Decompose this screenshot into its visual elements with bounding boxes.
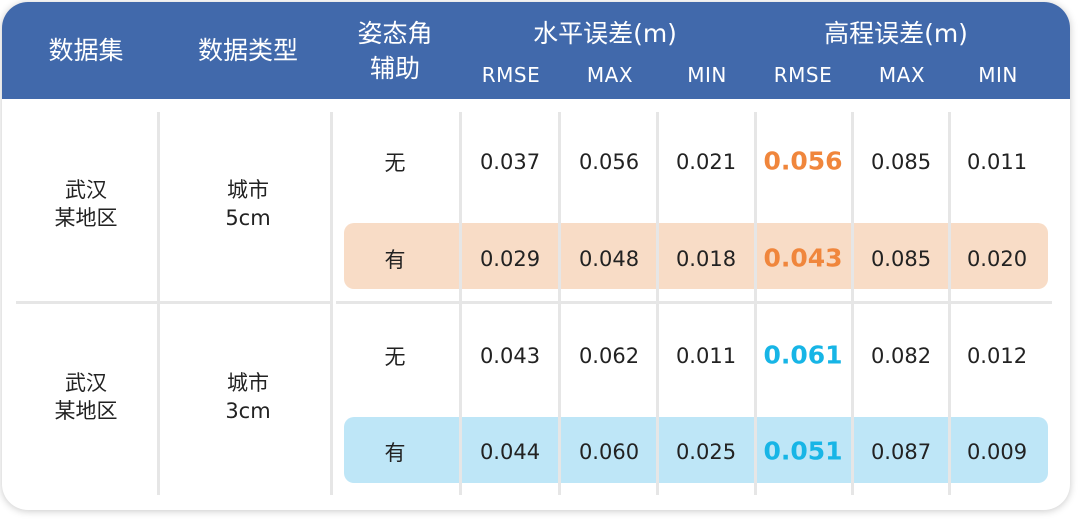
- v-max-cell: 0.085: [870, 150, 932, 174]
- col-divider-6: [754, 112, 757, 495]
- col-divider-4: [558, 112, 561, 495]
- v-rmse-highlight-cell: 0.056: [763, 146, 843, 176]
- group2-data-type: 城市 3cm: [225, 369, 270, 425]
- header-h-min: MIN: [687, 63, 727, 87]
- attitude-cell: 有: [384, 248, 406, 272]
- col-divider-5: [656, 112, 659, 495]
- h-rmse-cell: 0.043: [479, 344, 541, 368]
- h-min-cell: 0.021: [675, 150, 737, 174]
- attitude-cell: 无: [384, 151, 406, 175]
- group1-dataset-line1: 武汉: [65, 178, 107, 202]
- header-v-min: MIN: [978, 63, 1018, 87]
- v-rmse-highlight-cell: 0.061: [763, 340, 843, 370]
- col-divider-8: [948, 112, 951, 495]
- comparison-table-card: 数据集 数据类型 姿态角 辅助 水平误差(m) 高程误差(m) RMSE MAX…: [2, 2, 1070, 510]
- header-h-rmse: RMSE: [481, 63, 541, 87]
- v-min-cell: 0.011: [966, 150, 1028, 174]
- group-divider-left: [16, 301, 330, 304]
- v-min-cell: 0.012: [966, 344, 1028, 368]
- v-max-cell: 0.087: [870, 440, 932, 464]
- header-horizontal-error: 水平误差(m): [533, 19, 677, 48]
- col-divider-1: [157, 112, 160, 495]
- v-max-cell: 0.085: [870, 247, 932, 271]
- header-v-max: MAX: [878, 63, 926, 87]
- h-max-cell: 0.062: [578, 344, 640, 368]
- group2-dataset: 武汉 某地区: [55, 369, 118, 425]
- v-max-cell: 0.082: [870, 344, 932, 368]
- group1-dataset-line2: 某地区: [54, 206, 118, 230]
- col-divider-2: [330, 112, 333, 495]
- table-header: 数据集 数据类型 姿态角 辅助 水平误差(m) 高程误差(m) RMSE MAX…: [2, 2, 1070, 99]
- group-divider-right: [336, 301, 1052, 304]
- h-min-cell: 0.011: [675, 344, 737, 368]
- header-attitude-line1: 姿态角: [357, 19, 433, 48]
- v-rmse-highlight-cell: 0.051: [763, 436, 843, 466]
- group1-data-type: 城市 5cm: [225, 176, 270, 232]
- h-min-cell: 0.025: [675, 440, 737, 464]
- group2-type-line2: 3cm: [225, 399, 271, 423]
- h-rmse-cell: 0.044: [479, 440, 541, 464]
- group2-dataset-line1: 武汉: [65, 371, 107, 395]
- header-attitude-line2: 辅助: [369, 54, 421, 83]
- group2-type-line1: 城市: [227, 371, 269, 395]
- header-h-max: MAX: [586, 63, 634, 87]
- v-min-cell: 0.009: [966, 440, 1028, 464]
- v-rmse-highlight-cell: 0.043: [763, 243, 843, 273]
- header-elevation-error: 高程误差(m): [824, 19, 968, 48]
- v-min-cell: 0.020: [966, 247, 1028, 271]
- group1-type-line2: 5cm: [225, 206, 271, 230]
- h-min-cell: 0.018: [675, 247, 737, 271]
- header-v-rmse: RMSE: [773, 63, 833, 87]
- attitude-cell: 无: [384, 345, 406, 369]
- group1-dataset: 武汉 某地区: [55, 176, 118, 232]
- h-rmse-cell: 0.029: [479, 247, 541, 271]
- group1-type-line1: 城市: [227, 178, 269, 202]
- attitude-cell: 有: [384, 441, 406, 465]
- header-dataset: 数据集: [48, 36, 124, 65]
- h-rmse-cell: 0.037: [479, 150, 541, 174]
- h-max-cell: 0.048: [578, 247, 640, 271]
- h-max-cell: 0.060: [578, 440, 640, 464]
- header-data-type: 数据类型: [197, 36, 299, 65]
- group2-dataset-line2: 某地区: [54, 399, 118, 423]
- col-divider-3: [459, 112, 462, 495]
- h-max-cell: 0.056: [578, 150, 640, 174]
- col-divider-7: [851, 112, 854, 495]
